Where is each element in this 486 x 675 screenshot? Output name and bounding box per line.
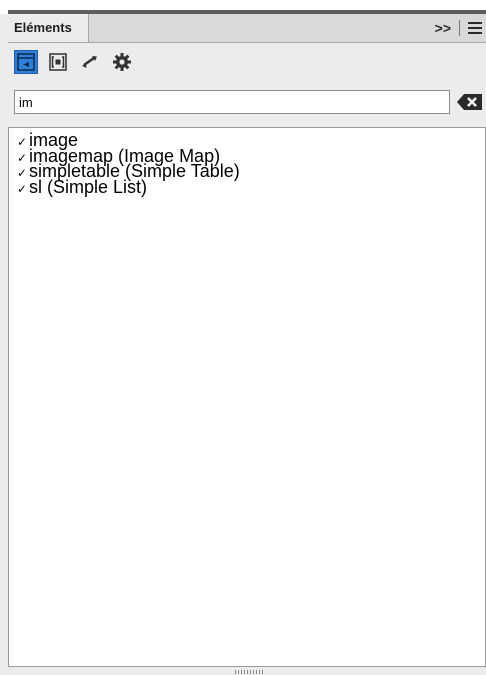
elements-list[interactable]: ✓ image ✓ imagemap (Image Map) ✓ simplet… [8, 127, 486, 667]
toolbar [8, 44, 134, 80]
check-icon: ✓ [17, 135, 28, 149]
check-icon: ✓ [17, 166, 28, 180]
list-item[interactable]: ✓ sl (Simple List) [17, 176, 485, 197]
insert-element-button[interactable] [14, 50, 38, 74]
tab-elements[interactable]: Eléments [8, 14, 89, 42]
search-input[interactable] [14, 90, 450, 114]
tools-separator [459, 20, 460, 36]
panel-menu-icon[interactable] [468, 22, 482, 34]
check-icon: ✓ [17, 150, 28, 165]
insert-element-icon [17, 53, 35, 71]
tab-bar: Eléments >> [8, 14, 486, 43]
elements-panel: Eléments >> im ✓ image ✓ imagemap (Image… [0, 0, 486, 675]
list-item-label: sl (Simple List) [29, 176, 148, 197]
settings-button[interactable] [110, 50, 134, 74]
collapse-panel-button[interactable]: >> [435, 14, 451, 42]
swap-element-button[interactable] [78, 50, 102, 74]
clear-search-icon [457, 94, 482, 110]
swap-element-icon [82, 56, 97, 68]
resize-grip-icon[interactable] [235, 670, 265, 674]
search-row [8, 88, 486, 120]
wrap-element-icon [49, 53, 67, 71]
clear-search-button[interactable] [456, 92, 484, 112]
top-strip [0, 0, 486, 14]
resize-bar [8, 667, 486, 675]
tab-tools: >> [435, 14, 486, 42]
settings-gear-icon [113, 53, 131, 71]
check-icon: ✓ [17, 181, 28, 196]
wrap-element-button[interactable] [46, 50, 70, 74]
